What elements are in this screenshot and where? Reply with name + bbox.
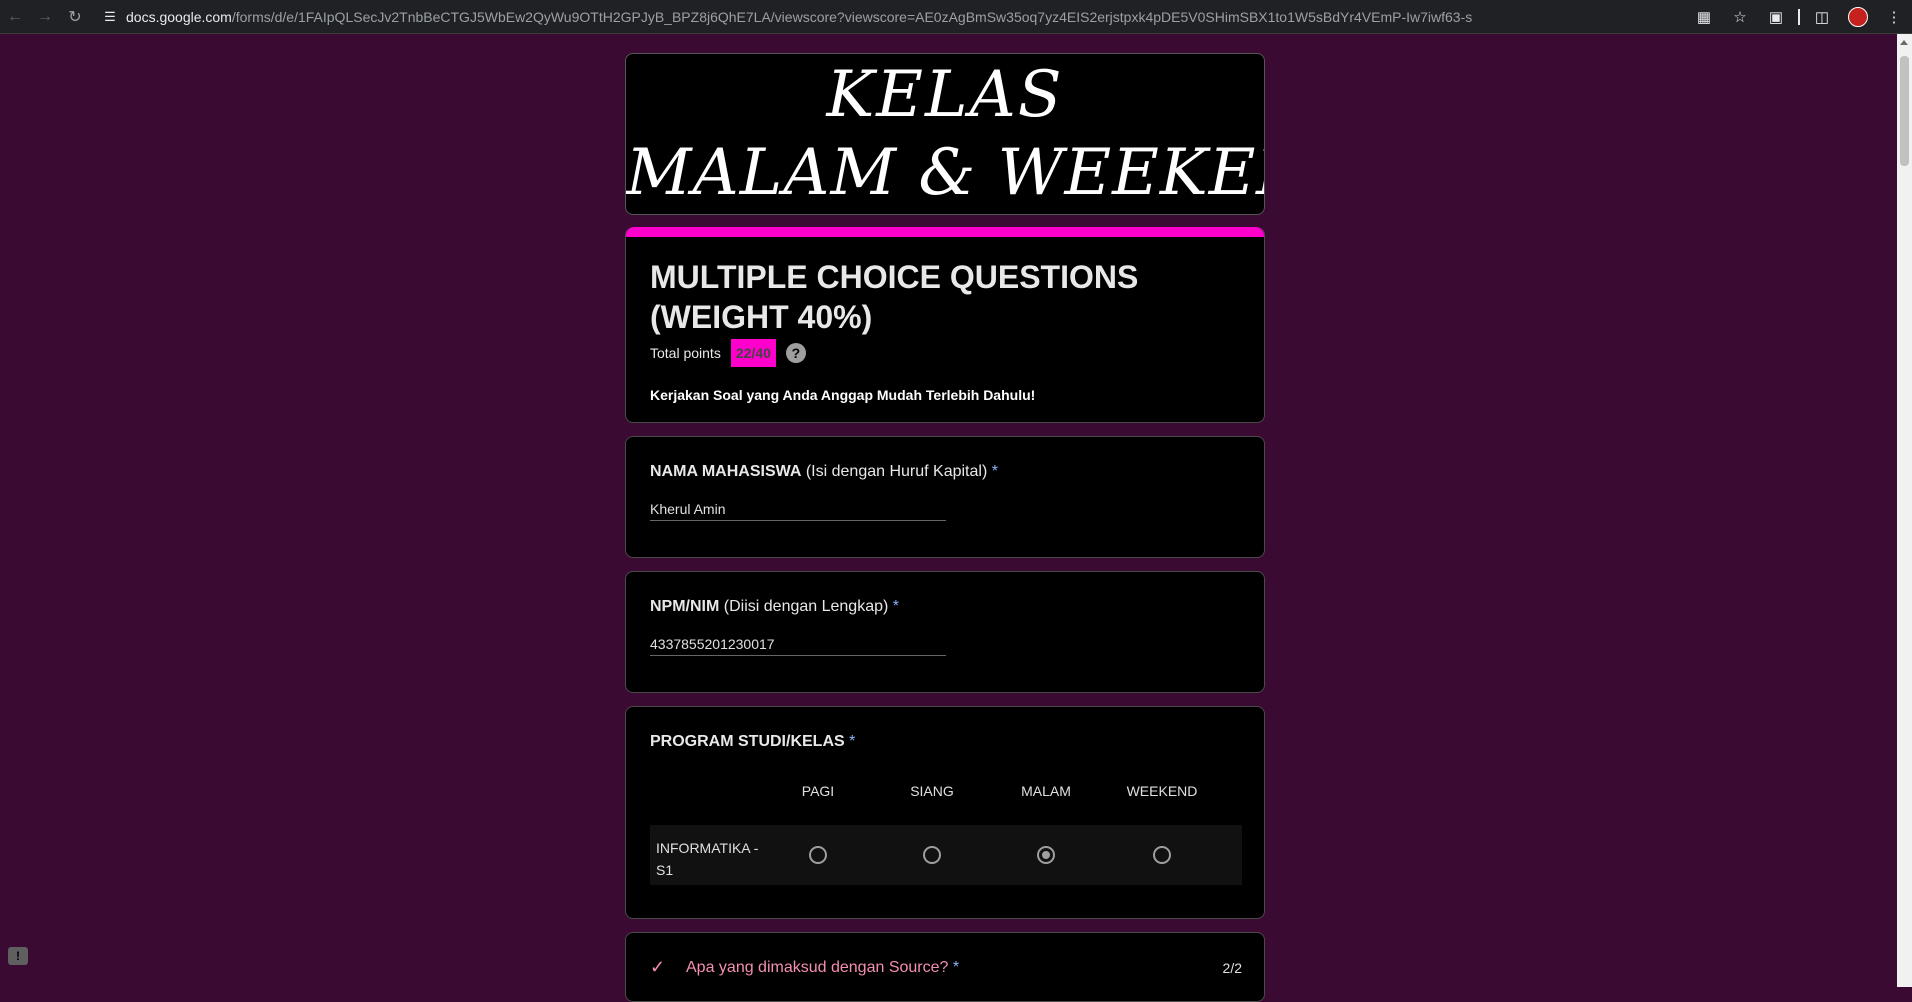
total-points-row: Total points 22/40 ? [650, 339, 1240, 367]
form-description: Kerjakan Soal yang Anda Anggap Mudah Ter… [650, 387, 1036, 403]
accent-bar [626, 227, 1264, 237]
total-points-label: Total points [650, 345, 721, 361]
question-title-bold: PROGRAM STUDI/KELAS [650, 733, 845, 750]
grid-column-siang: SIANG [910, 783, 954, 799]
required-marker: * [888, 598, 899, 615]
url-host: docs.google.com [126, 8, 232, 25]
question-card-program-studi: PROGRAM STUDI/KELAS * PAGI SIANG MALAM W… [625, 706, 1265, 919]
browser-toolbar: ← → ↻ ☰ docs.google.com/forms/d/e/1FAIpQ… [0, 0, 1912, 34]
back-icon[interactable]: ← [0, 2, 30, 32]
bookmark-star-icon[interactable]: ☆ [1722, 0, 1758, 34]
question-title-bold: NPM/NIM [650, 598, 720, 615]
question-title: NAMA MAHASISWA (Isi dengan Huruf Kapital… [650, 463, 998, 481]
radio-pagi[interactable] [809, 846, 827, 864]
form-header-card: MULTIPLE CHOICE QUESTIONS (WEIGHT 40%) T… [625, 227, 1265, 423]
site-info-icon[interactable]: ☰ [100, 7, 120, 27]
radio-malam[interactable] [1037, 846, 1055, 864]
radio-weekend[interactable] [1153, 846, 1171, 864]
translate-icon[interactable]: ▦ [1686, 0, 1722, 34]
grid-column-pagi: PAGI [801, 783, 835, 799]
question-title-text: Apa yang dimaksud dengan Source? [686, 959, 949, 976]
forward-icon[interactable]: → [30, 2, 60, 32]
url-path: /forms/d/e/1FAIpQLSecJv2TnbBeCTGJ5WbEw2Q… [231, 8, 1473, 25]
banner-line-2: MALAM & WEEKEND [626, 136, 1264, 210]
question-title-bold: NAMA MAHASISWA [650, 463, 802, 480]
correct-check-icon: ✓ [650, 957, 666, 977]
help-icon[interactable]: ? [785, 343, 806, 363]
required-marker: * [844, 733, 856, 750]
grid-row-label: INFORMATIKA - S1 [656, 840, 759, 878]
address-bar[interactable]: docs.google.com/forms/d/e/1FAIpQLSecJv2T… [126, 9, 1656, 25]
grid-column-malam: MALAM [1021, 783, 1071, 799]
question-card-npm: NPM/NIM (Diisi dengan Lengkap) * 4337855… [625, 571, 1265, 693]
reload-icon[interactable]: ↻ [60, 2, 90, 32]
question-score: 2/2 [1222, 960, 1242, 976]
question-title: NPM/NIM (Diisi dengan Lengkap) * [650, 598, 899, 616]
grid-column-weekend: WEEKEND [1126, 783, 1198, 799]
page-scrollbar[interactable] [1897, 34, 1912, 987]
banner-line-1: KELAS [826, 58, 1064, 132]
menu-kebab-icon[interactable]: ⋮ [1876, 0, 1912, 34]
question-card-nama: NAMA MAHASISWA (Isi dengan Huruf Kapital… [625, 436, 1265, 558]
form-banner-image: KELAS MALAM & WEEKEND [625, 53, 1265, 215]
answer-text: 4337855201230017 [650, 636, 946, 656]
score-badge: 22/40 [730, 339, 776, 367]
required-marker: * [948, 959, 960, 976]
question-title: Apa yang dimaksud dengan Source? * [686, 959, 959, 977]
toolbar-divider [1798, 9, 1800, 25]
radio-siang[interactable] [923, 846, 941, 864]
required-marker: * [987, 463, 998, 480]
grid-row-informatika: INFORMATIKA - S1 [650, 825, 1242, 885]
extensions-icon[interactable]: ▣ [1758, 0, 1794, 34]
report-feedback-icon[interactable]: ! [8, 947, 28, 965]
scroll-up-arrow-icon[interactable] [1900, 40, 1908, 45]
scroll-thumb[interactable] [1900, 56, 1909, 166]
avatar [1848, 7, 1868, 27]
question-title-hint: (Isi dengan Huruf Kapital) [801, 463, 988, 480]
question-title: PROGRAM STUDI/KELAS * [650, 733, 855, 751]
form-title: MULTIPLE CHOICE QUESTIONS (WEIGHT 40%) [650, 259, 1139, 335]
question-card-source: ✓ Apa yang dimaksud dengan Source? * 2/2 [625, 932, 1265, 1002]
profile-avatar[interactable] [1840, 0, 1876, 34]
side-panel-icon[interactable]: ◫ [1804, 0, 1840, 34]
answer-text: Kherul Amin [650, 501, 946, 521]
question-title-hint: (Diisi dengan Lengkap) [719, 598, 889, 615]
